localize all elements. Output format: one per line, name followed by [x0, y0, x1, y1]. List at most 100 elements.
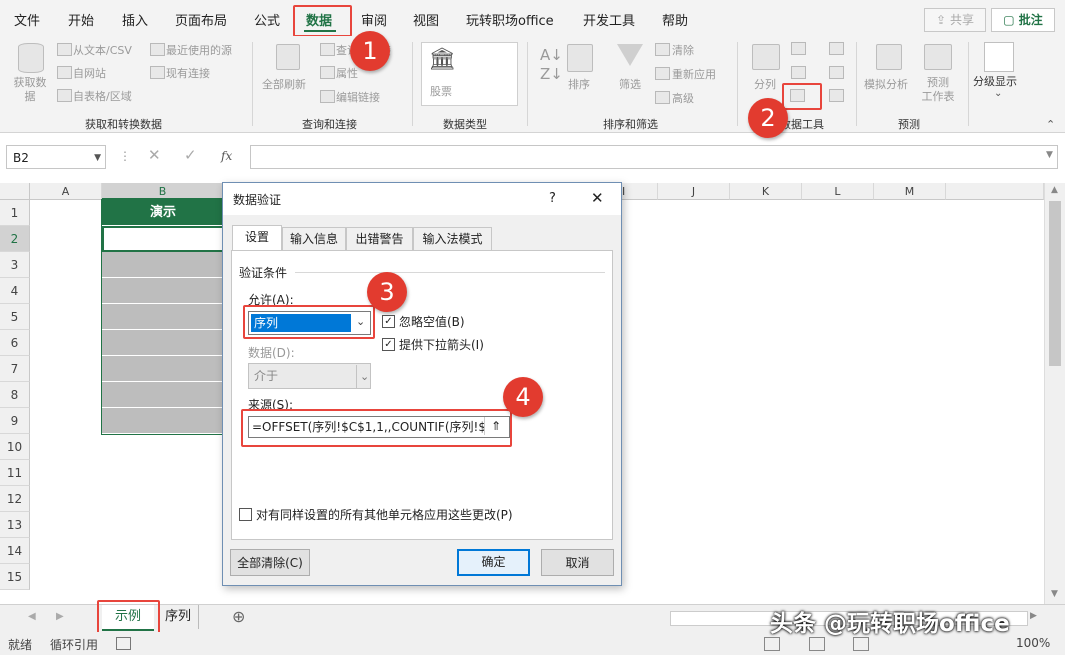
- remove-duplicates-icon[interactable]: [791, 66, 806, 79]
- column-header[interactable]: K: [730, 183, 802, 200]
- consolidate-icon[interactable]: [829, 42, 844, 55]
- advanced-button[interactable]: 高级: [672, 90, 694, 106]
- formula-input[interactable]: [250, 145, 1058, 169]
- stocks-button[interactable]: 股票: [430, 83, 452, 99]
- scroll-right-icon[interactable]: ▶: [1030, 611, 1037, 621]
- share-button[interactable]: ⇪ 共享: [924, 8, 986, 32]
- menu-help[interactable]: 帮助: [662, 10, 688, 29]
- cancel-button[interactable]: 取消: [541, 549, 614, 576]
- tab-settings[interactable]: 设置: [232, 225, 282, 250]
- cancel-icon[interactable]: ✕: [148, 146, 161, 164]
- insert-function-icon[interactable]: fx: [221, 149, 232, 163]
- scroll-up-icon[interactable]: ▲: [1051, 185, 1058, 195]
- clear-all-button[interactable]: 全部清除(C): [230, 549, 310, 576]
- apply-all-checkbox[interactable]: [239, 508, 252, 521]
- text-to-columns-button[interactable]: 分列: [754, 76, 776, 92]
- menu-insert[interactable]: 插入: [122, 10, 148, 29]
- cell-b3[interactable]: [102, 252, 224, 278]
- from-table-button[interactable]: 自表格/区域: [73, 88, 132, 104]
- cell-b5[interactable]: [102, 304, 224, 330]
- recent-sources-button[interactable]: 最近使用的源: [166, 42, 232, 58]
- menu-file[interactable]: 文件: [14, 10, 40, 29]
- sheet-tab-sequence[interactable]: 序列: [158, 605, 199, 629]
- from-text-csv-button[interactable]: 从文本/CSV: [73, 42, 132, 58]
- row-header[interactable]: 3: [0, 252, 30, 278]
- properties-button[interactable]: 属性: [336, 65, 358, 81]
- row-header[interactable]: 15: [0, 564, 30, 590]
- next-sheet-icon[interactable]: ▶: [56, 611, 64, 622]
- prev-sheet-icon[interactable]: ◀: [28, 611, 36, 622]
- expand-formula-icon[interactable]: ▼: [1046, 150, 1053, 160]
- column-header[interactable]: B: [102, 183, 224, 200]
- row-header[interactable]: 6: [0, 330, 30, 356]
- cell-b9[interactable]: [102, 408, 224, 434]
- tab-error-alert[interactable]: 出错警告: [346, 227, 413, 250]
- menu-review[interactable]: 审阅: [361, 10, 387, 29]
- ok-button[interactable]: 确定: [457, 549, 530, 576]
- flash-fill-icon[interactable]: [791, 42, 806, 55]
- cell-b7[interactable]: [102, 356, 224, 382]
- row-header[interactable]: 9: [0, 408, 30, 434]
- row-header[interactable]: 5: [0, 304, 30, 330]
- menu-home[interactable]: 开始: [68, 10, 94, 29]
- data-type-gallery[interactable]: 🏛 股票: [421, 42, 518, 106]
- menu-view[interactable]: 视图: [413, 10, 439, 29]
- data-model-icon[interactable]: [829, 89, 844, 102]
- zoom-level[interactable]: 100%: [1016, 636, 1050, 650]
- cell-b8[interactable]: [102, 382, 224, 408]
- reapply-button[interactable]: 重新应用: [672, 66, 716, 82]
- vertical-scrollbar[interactable]: ▲ ▼: [1044, 183, 1065, 604]
- dropdown-arrow-checkbox[interactable]: ✓: [382, 338, 395, 351]
- tab-input-message[interactable]: 输入信息: [282, 227, 346, 250]
- column-header[interactable]: A: [30, 183, 102, 200]
- help-button[interactable]: ?: [549, 191, 556, 206]
- menu-page-layout[interactable]: 页面布局: [175, 10, 227, 29]
- tab-ime-mode[interactable]: 输入法模式: [413, 227, 492, 250]
- row-header[interactable]: 13: [0, 512, 30, 538]
- cell-b2-active[interactable]: [102, 226, 224, 252]
- enter-icon[interactable]: ✓: [184, 146, 197, 164]
- forecast-sheet-button[interactable]: 预测 工作表: [920, 76, 956, 104]
- relationships-icon[interactable]: [829, 66, 844, 79]
- row-header[interactable]: 2: [0, 226, 30, 252]
- from-web-button[interactable]: 自网站: [73, 65, 106, 81]
- column-header[interactable]: L: [802, 183, 874, 200]
- row-header[interactable]: 10: [0, 434, 30, 460]
- menu-office-tips[interactable]: 玩转职场office: [466, 10, 554, 29]
- column-header[interactable]: M: [874, 183, 946, 200]
- row-header[interactable]: 14: [0, 538, 30, 564]
- row-header[interactable]: 4: [0, 278, 30, 304]
- add-sheet-icon[interactable]: ⊕: [232, 607, 245, 626]
- clear-button[interactable]: 清除: [672, 42, 694, 58]
- get-data-button[interactable]: 获取数 据: [12, 76, 48, 104]
- refresh-all-button[interactable]: 全部刷新: [262, 76, 306, 92]
- column-header[interactable]: J: [658, 183, 730, 200]
- comments-button[interactable]: ▢ 批注: [991, 8, 1055, 32]
- row-header[interactable]: 1: [0, 200, 30, 226]
- collapse-ribbon-icon[interactable]: ⌃: [1046, 118, 1055, 131]
- row-header[interactable]: 12: [0, 486, 30, 512]
- filter-button[interactable]: 筛选: [619, 76, 641, 92]
- cell-b6[interactable]: [102, 330, 224, 356]
- row-header[interactable]: 7: [0, 356, 30, 382]
- close-icon[interactable]: ✕: [591, 189, 604, 207]
- menu-formulas[interactable]: 公式: [254, 10, 280, 29]
- edit-links-button[interactable]: 编辑链接: [336, 89, 380, 105]
- row-header[interactable]: 11: [0, 460, 30, 486]
- name-box[interactable]: B2 ▼: [6, 145, 106, 169]
- macro-record-icon[interactable]: [116, 637, 131, 650]
- sort-button[interactable]: 排序: [568, 76, 590, 92]
- sort-az-icon[interactable]: A↓ Z↓: [540, 46, 563, 84]
- existing-connections-button[interactable]: 现有连接: [166, 65, 210, 81]
- column-header[interactable]: [946, 183, 1044, 200]
- column-header[interactable]: I: [622, 183, 658, 200]
- cell-b1[interactable]: 演示: [102, 200, 224, 226]
- row-header[interactable]: 8: [0, 382, 30, 408]
- menu-developer[interactable]: 开发工具: [583, 10, 635, 29]
- select-all-corner[interactable]: [0, 183, 30, 200]
- normal-view-icon[interactable]: [764, 637, 780, 651]
- scroll-down-icon[interactable]: ▼: [1051, 589, 1058, 599]
- cell-b4[interactable]: [102, 278, 224, 304]
- page-layout-view-icon[interactable]: [809, 637, 825, 651]
- ignore-blank-checkbox[interactable]: ✓: [382, 315, 395, 328]
